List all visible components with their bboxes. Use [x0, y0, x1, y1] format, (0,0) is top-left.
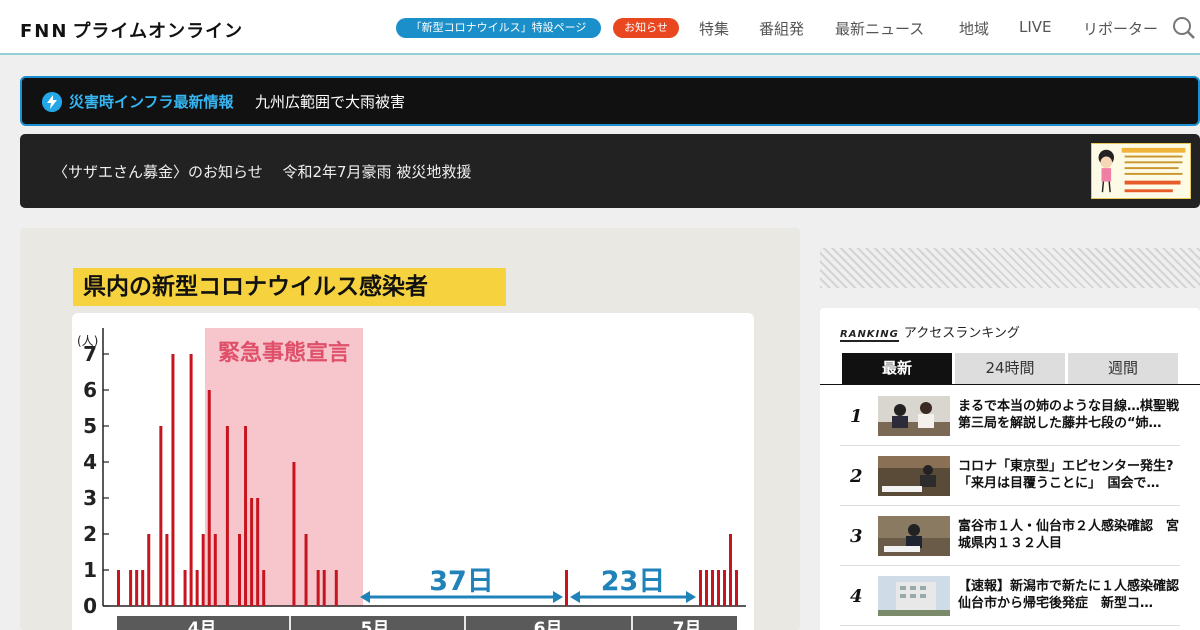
ranking-item[interactable]: 1 まるで本当の姉のような目線…棋聖戦第三局を解説した藤井七段の“姉…: [840, 386, 1180, 446]
article-thumbnail[interactable]: [878, 456, 950, 496]
article-hero-chart[interactable]: 緊急事態宣言 (人) 0 1 2 3 4 5 6 7 37日 23日 4月 5月 6月 7月 県内の新型コロナ…: [20, 228, 800, 630]
case-bar: [147, 534, 151, 606]
site-logo[interactable]: FNN プライムオンライン: [20, 17, 243, 43]
case-bar: [565, 570, 568, 606]
fundraising-banner[interactable]: 〈サザエさん募金〉のお知らせ 令和2年7月豪雨 被災地救援: [20, 134, 1200, 208]
rank-number: 2: [850, 466, 863, 487]
case-bar: [334, 570, 338, 606]
y-tick-label: 4: [83, 450, 97, 474]
ranking-item[interactable]: 3 富谷市１人・仙台市２人感染確認 宮城県内１３２人目: [840, 506, 1180, 566]
ranking-item-title[interactable]: まるで本当の姉のような目線…棋聖戦第三局を解説した藤井七段の“姉…: [958, 398, 1180, 434]
case-bar: [316, 570, 320, 606]
case-bar: [183, 570, 187, 606]
case-bar: [250, 498, 254, 606]
case-bar: [117, 570, 120, 606]
rank-number: 4: [850, 586, 863, 607]
access-ranking-panel: RANKING アクセスランキング 最新 24時間 週間 1 まるで本当の姉のよう…: [820, 308, 1200, 630]
case-bar: [723, 570, 726, 606]
nav-programs[interactable]: 番組発: [759, 18, 804, 39]
nav-latest-news[interactable]: 最新ニュース: [835, 18, 924, 39]
case-bar: [171, 354, 175, 606]
case-bar: [711, 570, 714, 606]
nav-reporter[interactable]: リポーター: [1083, 18, 1158, 39]
case-bar: [304, 534, 308, 606]
site-header: FNN プライムオンライン 「新型コロナウイルス」特設ページ お知らせ 特集 番組…: [0, 0, 1200, 55]
alert-title[interactable]: 災害時インフラ最新情報: [69, 91, 234, 112]
lightning-icon: [42, 92, 62, 112]
y-tick-label: 3: [83, 486, 97, 510]
tab-latest[interactable]: 最新: [842, 353, 952, 384]
chart-title: 県内の新型コロナウイルス感染者: [73, 268, 506, 306]
case-bar: [129, 570, 133, 606]
search-icon[interactable]: [1172, 16, 1196, 40]
ranking-item-title[interactable]: 富谷市１人・仙台市２人感染確認 宮城県内１３２人目: [958, 518, 1180, 554]
y-tick-label: 1: [83, 558, 97, 582]
ranking-item[interactable]: 2 コロナ「東京型」エピセンター発生?「来月は目覆うことに」 国会で…: [840, 446, 1180, 506]
month-label: 5月: [361, 619, 390, 630]
case-bar: [195, 570, 199, 606]
case-bar: [735, 570, 738, 606]
case-bar: [717, 570, 720, 606]
tab-24h[interactable]: 24時間: [955, 353, 1065, 384]
disaster-alert-bar[interactable]: 災害時インフラ最新情報 九州広範囲で大雨被害: [20, 76, 1200, 126]
sidebar-ad-placeholder: [820, 248, 1200, 288]
notice-link[interactable]: お知らせ: [613, 18, 679, 38]
case-bar: [729, 534, 732, 606]
tab-weekly[interactable]: 週間: [1068, 353, 1178, 384]
rank-number: 1: [850, 406, 863, 427]
month-label: 4月: [188, 619, 217, 630]
ranking-label: RANKING: [840, 329, 899, 342]
ranking-item-title[interactable]: コロナ「東京型」エピセンター発生?「来月は目覆うことに」 国会で…: [958, 458, 1180, 494]
logo-prefix: FNN: [20, 21, 69, 42]
ranking-title: アクセスランキング: [903, 326, 1020, 341]
logo-text: プライムオンライン: [72, 21, 244, 42]
y-tick-label: 5: [83, 414, 97, 438]
case-bar: [159, 426, 163, 606]
y-tick-label: 7: [83, 342, 97, 366]
case-bar: [699, 570, 702, 606]
case-bar: [225, 426, 229, 606]
case-bar: [213, 534, 217, 606]
case-bar: [256, 498, 260, 606]
gap-arrow-23-label: 23日: [601, 566, 666, 597]
article-thumbnail[interactable]: [878, 576, 950, 616]
tab-underline: [820, 384, 1200, 385]
case-bar: [705, 570, 708, 606]
case-bar: [292, 462, 296, 606]
banner-text[interactable]: 〈サザエさん募金〉のお知らせ 令和2年7月豪雨 被災地救援: [53, 161, 471, 182]
month-label: 7月: [673, 619, 702, 630]
ranking-item[interactable]: 4 【速報】新潟市で新たに１人感染確認 仙台市から帰宅後発症 新型コ…: [840, 566, 1180, 626]
y-tick-label: 2: [83, 522, 97, 546]
case-bar: [189, 354, 193, 606]
nav-region[interactable]: 地域: [959, 18, 989, 39]
case-bar: [322, 570, 326, 606]
corona-special-page-link[interactable]: 「新型コロナウイルス」特設ページ: [396, 18, 601, 38]
y-tick-label: 6: [83, 378, 97, 402]
banner-thumbnail-image[interactable]: [1091, 143, 1191, 199]
month-label: 6月: [534, 619, 563, 630]
ranking-item-title[interactable]: 【速報】新潟市で新たに１人感染確認 仙台市から帰宅後発症 新型コ…: [958, 578, 1180, 614]
y-tick-label: 0: [83, 594, 97, 618]
gap-arrow-37-label: 37日: [429, 566, 494, 597]
case-bar: [135, 570, 139, 606]
case-bar: [262, 570, 266, 606]
article-thumbnail[interactable]: [878, 516, 950, 556]
case-bar: [238, 534, 241, 606]
article-thumbnail[interactable]: [878, 396, 950, 436]
alert-text[interactable]: 九州広範囲で大雨被害: [255, 91, 405, 112]
case-bar: [201, 534, 205, 606]
case-bar: [207, 390, 211, 606]
case-bar: [141, 570, 145, 606]
case-bar: [244, 426, 248, 606]
nav-feature[interactable]: 特集: [699, 18, 729, 39]
case-bar: [165, 534, 169, 606]
ranking-header: RANKING アクセスランキング: [840, 322, 1020, 342]
nav-live[interactable]: LIVE: [1019, 18, 1052, 36]
emergency-label: 緊急事態宣言: [218, 340, 350, 366]
rank-number: 3: [850, 526, 863, 547]
